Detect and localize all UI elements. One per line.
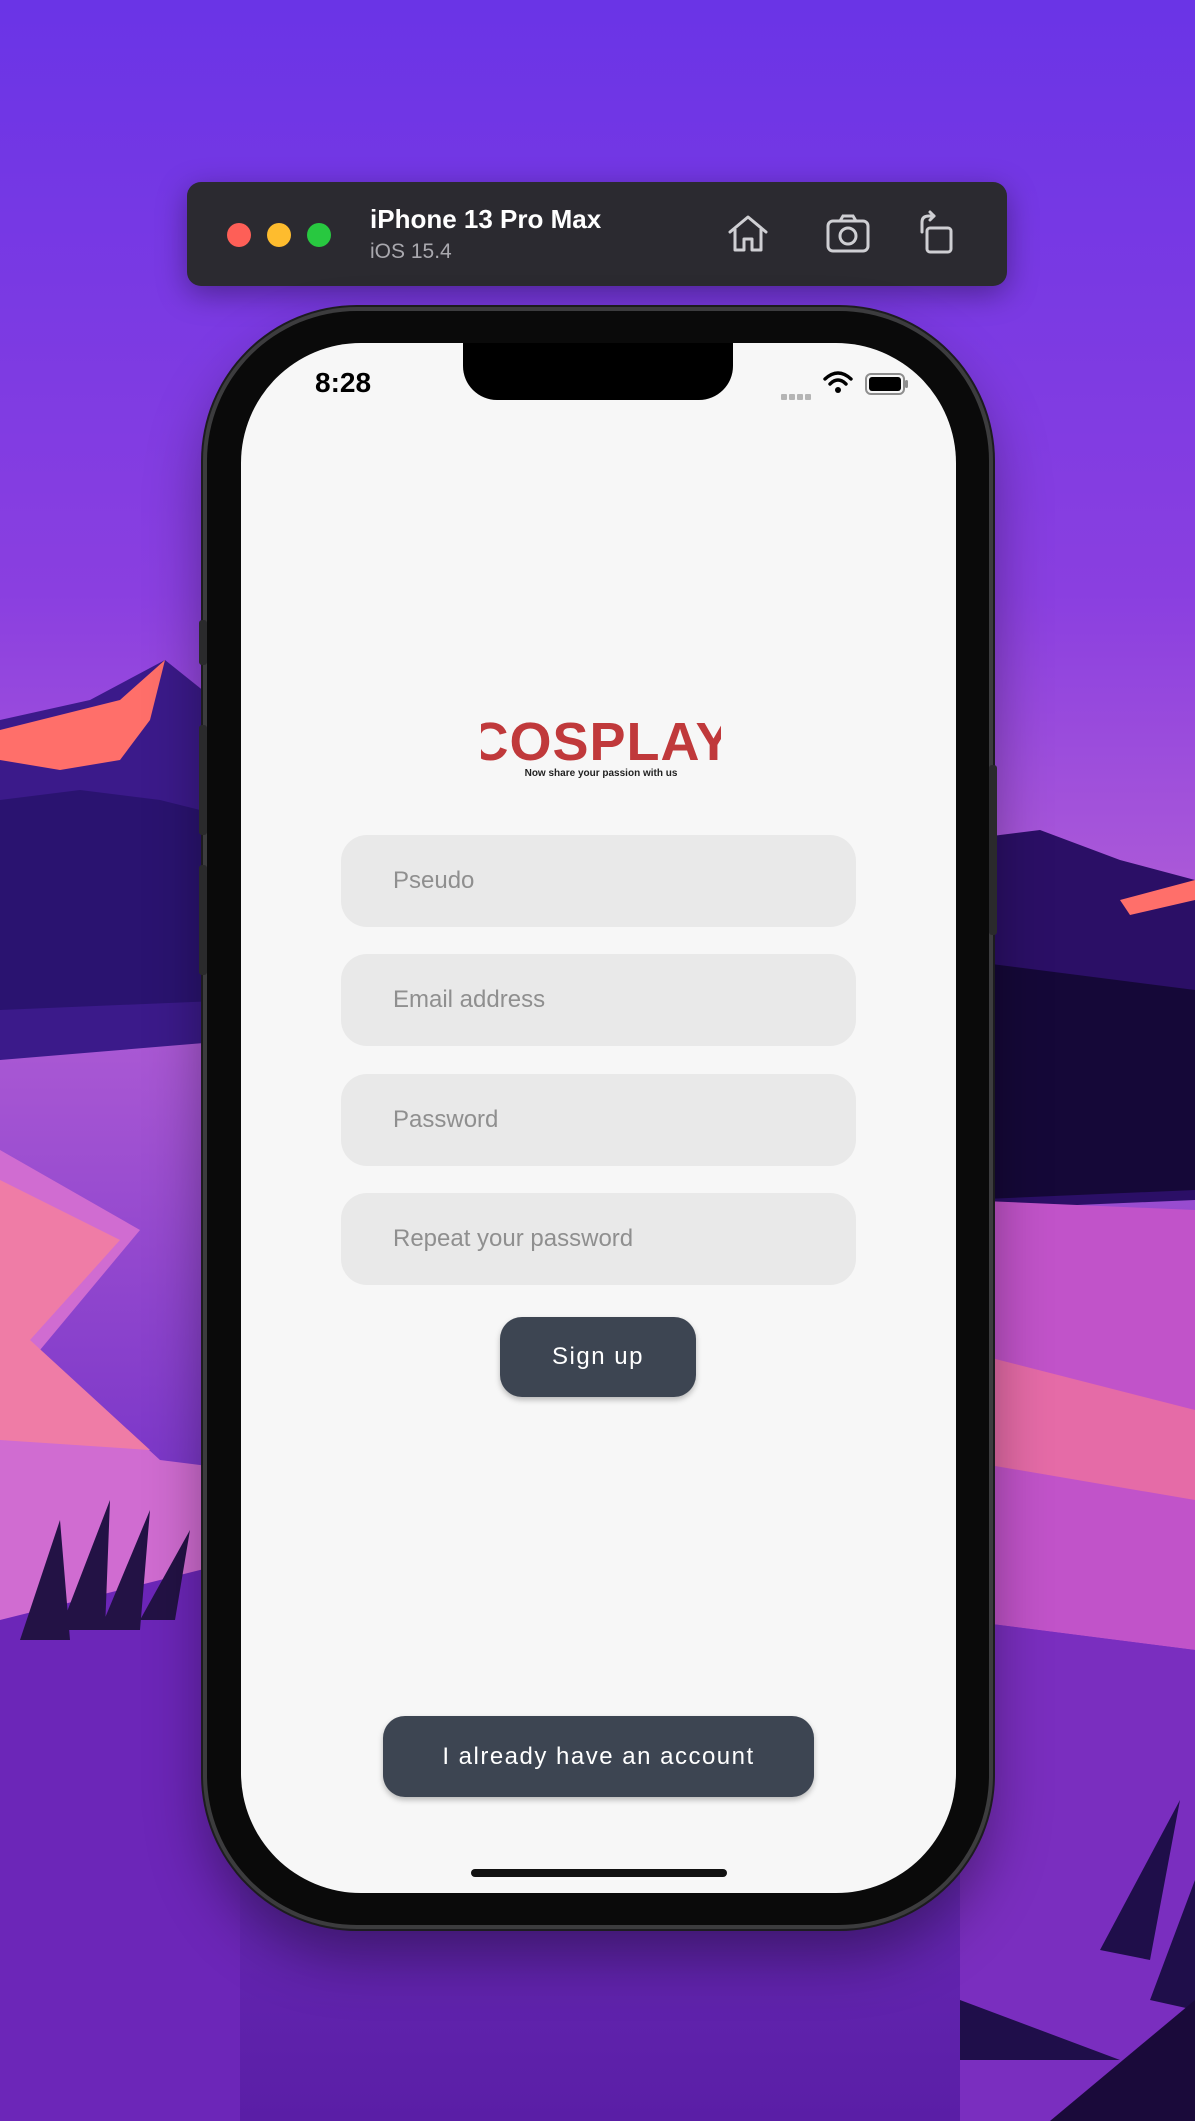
- logo-title: COSPLAY: [481, 712, 721, 772]
- close-window-button[interactable]: [227, 223, 251, 247]
- repeat-password-field[interactable]: Repeat your password: [341, 1193, 856, 1285]
- power-button: [989, 765, 997, 935]
- notch: [463, 343, 733, 400]
- email-placeholder: Email address: [393, 986, 546, 1013]
- volume-up-button: [199, 725, 207, 835]
- simulator-toolbar: iPhone 13 Pro Max iOS 15.4: [187, 182, 1007, 286]
- phone-screen: 8:28 COSPLAY Now share your passion with…: [241, 343, 956, 1893]
- already-have-account-button[interactable]: I already have an account: [383, 1716, 814, 1797]
- sign-up-button[interactable]: Sign up: [500, 1317, 696, 1397]
- pseudo-field[interactable]: Pseudo: [341, 835, 856, 927]
- wifi-icon: [823, 371, 853, 393]
- volume-down-button: [199, 865, 207, 975]
- screenshot-icon: [826, 214, 870, 253]
- device-name: iPhone 13 Pro Max: [370, 204, 602, 234]
- repeat-password-placeholder: Repeat your password: [393, 1225, 634, 1252]
- cellular-signal-icon: [781, 387, 815, 400]
- status-time: 8:28: [315, 367, 372, 398]
- home-icon: [728, 215, 768, 252]
- cosplay-logo: COSPLAY Now share your passion with us: [481, 712, 721, 779]
- battery-icon: [865, 373, 908, 395]
- password-field[interactable]: Password: [341, 1074, 856, 1166]
- rotate-icon: [920, 210, 953, 254]
- side-button: [199, 620, 207, 665]
- zoom-window-button[interactable]: [307, 223, 331, 247]
- minimize-window-button[interactable]: [267, 223, 291, 247]
- password-placeholder: Password: [393, 1106, 499, 1133]
- screenshot-button[interactable]: [822, 208, 874, 260]
- email-field[interactable]: Email address: [341, 954, 856, 1046]
- logo-tagline: Now share your passion with us: [525, 768, 678, 779]
- pseudo-placeholder: Pseudo: [393, 867, 475, 894]
- home-button[interactable]: [722, 208, 774, 260]
- rotate-button[interactable]: [912, 208, 964, 260]
- home-indicator[interactable]: [471, 1869, 727, 1877]
- os-version: iOS 15.4: [370, 240, 452, 263]
